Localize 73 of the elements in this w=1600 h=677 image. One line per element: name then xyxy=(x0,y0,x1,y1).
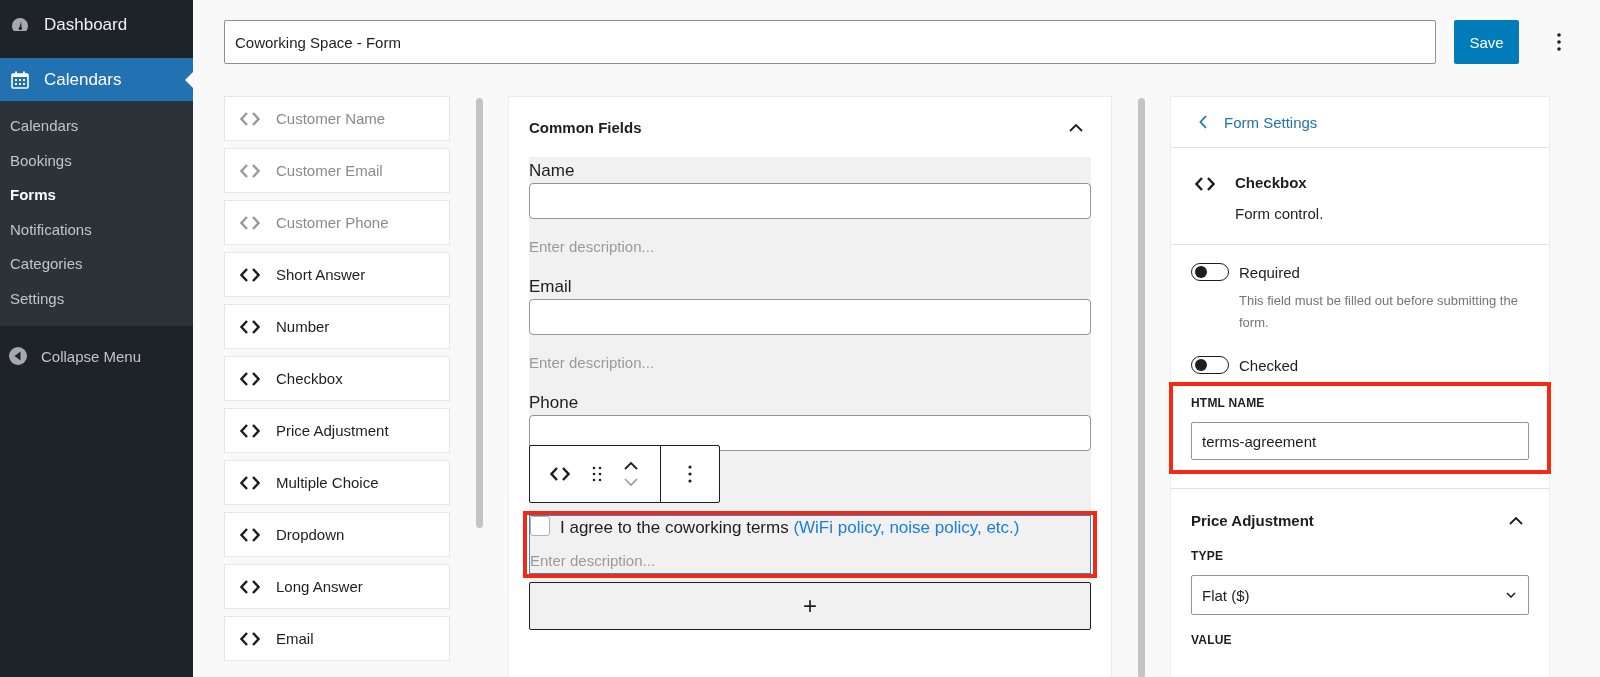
block-item[interactable]: Multiple Choice xyxy=(224,460,450,505)
code-icon xyxy=(240,423,260,438)
submenu-item[interactable]: Calendars xyxy=(0,109,193,144)
block-description: Form control. xyxy=(1235,205,1324,222)
section-title: Price Adjustment xyxy=(1191,511,1314,529)
submenu-item[interactable]: Settings xyxy=(0,281,193,316)
form-title-field[interactable]: Coworking Space - Form xyxy=(224,20,1436,64)
menu-item[interactable]: Dashboard xyxy=(0,0,193,50)
block-title: Checkbox xyxy=(1235,174,1308,191)
submenu-item[interactable]: Categories xyxy=(0,247,193,282)
dropdown-caret-icon xyxy=(1506,592,1516,598)
block-item[interactable]: Price Adjustment xyxy=(224,408,450,453)
move-down-icon[interactable] xyxy=(624,478,638,487)
code-icon xyxy=(240,527,260,542)
calendar-icon xyxy=(10,69,30,90)
code-icon xyxy=(240,111,260,126)
code-icon xyxy=(550,467,570,481)
block-item[interactable]: Long Answer xyxy=(224,564,450,609)
type-dropdown[interactable]: Flat ($) xyxy=(1191,575,1529,615)
checkbox-label: I agree to the coworking terms (WiFi policy, noise policy, etc.) xyxy=(560,517,1020,539)
current-menu-pointer xyxy=(185,72,193,88)
toggle-switch[interactable] xyxy=(1191,356,1229,374)
submenu-item[interactable]: Forms xyxy=(0,178,193,213)
toggle-label: Checked xyxy=(1239,356,1299,374)
code-icon xyxy=(240,319,260,334)
back-chevron-icon xyxy=(1199,115,1207,129)
submenu-item[interactable]: Notifications xyxy=(0,212,193,247)
collapse-icon xyxy=(8,346,28,366)
more-icon[interactable] xyxy=(1557,33,1561,51)
field-label: VALUE xyxy=(1191,633,1233,647)
back-link[interactable]: Form Settings xyxy=(1199,113,1318,131)
field-label: Name xyxy=(529,160,576,181)
scrollbar[interactable] xyxy=(1137,98,1145,677)
collapse-menu-button[interactable]: Collapse Menu xyxy=(0,346,193,366)
html-name-field[interactable]: terms-agreement xyxy=(1191,422,1529,460)
block-item[interactable]: Checkbox xyxy=(224,356,450,401)
block-item[interactable]: Short Answer xyxy=(224,252,450,297)
more-icon[interactable] xyxy=(688,465,692,483)
field-label: Email xyxy=(529,276,573,297)
drag-handle-icon[interactable] xyxy=(592,466,602,482)
save-button[interactable]: Save xyxy=(1454,20,1519,64)
move-up-icon[interactable] xyxy=(624,461,638,470)
code-icon xyxy=(240,579,260,594)
code-icon xyxy=(240,631,260,646)
description-field[interactable]: Enter description... xyxy=(529,235,729,257)
code-icon xyxy=(1195,177,1215,191)
description-field[interactable]: Enter description... xyxy=(529,351,729,373)
code-icon xyxy=(240,475,260,490)
submenu-item[interactable]: Bookings xyxy=(0,143,193,178)
text-field[interactable] xyxy=(529,183,1091,219)
block-item[interactable]: Number xyxy=(224,304,450,349)
text-field[interactable] xyxy=(529,415,1091,451)
code-icon xyxy=(240,215,260,230)
collapse-chevron-icon[interactable] xyxy=(1069,122,1083,132)
add-block-button[interactable]: + xyxy=(529,582,1091,630)
collapse-chevron-icon[interactable] xyxy=(1509,515,1523,525)
block-item[interactable]: Dropdown xyxy=(224,512,450,557)
field-label: HTML NAME xyxy=(1191,396,1266,410)
code-icon xyxy=(240,163,260,178)
field-label: Phone xyxy=(529,392,580,413)
scrollbar[interactable] xyxy=(475,98,483,528)
code-icon xyxy=(240,371,260,386)
block-item[interactable]: Email xyxy=(224,616,450,661)
checkbox[interactable] xyxy=(530,516,550,536)
description-field[interactable]: Enter description... xyxy=(530,549,730,571)
toggle-switch[interactable] xyxy=(1191,263,1229,281)
help-text: This field must be filled out before submitting the form. xyxy=(1239,292,1519,332)
section-title: Common Fields xyxy=(529,118,642,136)
toggle-label: Required xyxy=(1239,263,1300,281)
text-field[interactable] xyxy=(529,299,1091,335)
code-icon xyxy=(240,267,260,282)
field-label: TYPE xyxy=(1191,549,1225,563)
menu-item[interactable]: Calendars xyxy=(0,58,193,101)
